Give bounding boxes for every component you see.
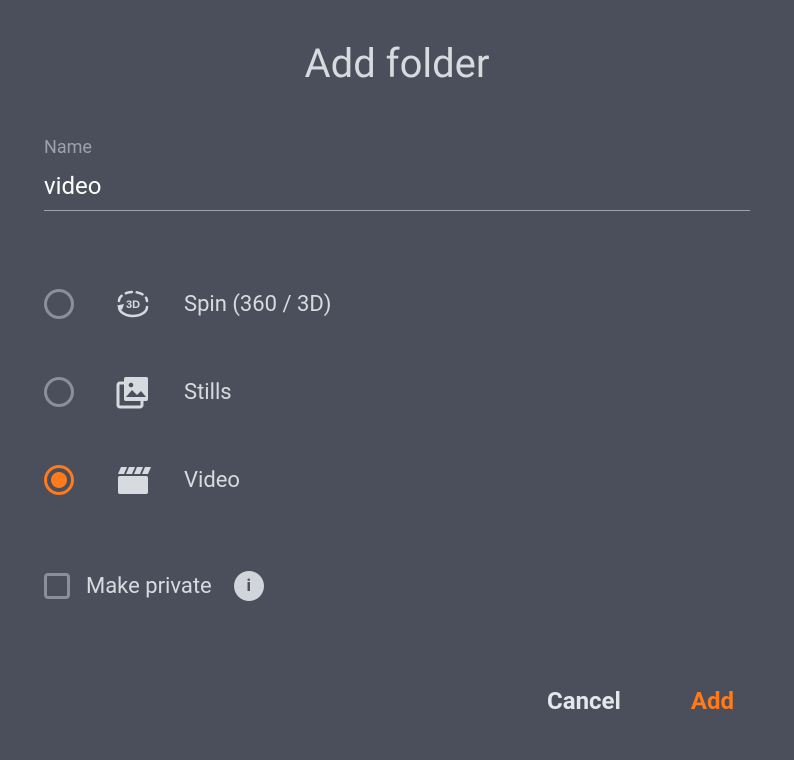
- name-field: Name: [44, 137, 750, 211]
- name-label: Name: [44, 137, 750, 158]
- radio-video[interactable]: [44, 465, 74, 495]
- radio-spin[interactable]: [44, 289, 74, 319]
- spin-3d-icon: 3D: [110, 281, 156, 327]
- dialog-actions: Cancel Add: [547, 687, 734, 715]
- video-clapperboard-icon: [110, 457, 156, 503]
- cancel-button[interactable]: Cancel: [547, 687, 621, 715]
- make-private-label: Make private: [86, 574, 212, 599]
- make-private-row[interactable]: Make private i: [44, 571, 750, 601]
- dialog-title: Add folder: [44, 40, 750, 87]
- info-icon[interactable]: i: [234, 571, 264, 601]
- option-video-label: Video: [184, 468, 240, 493]
- folder-type-options: 3D Spin (360 / 3D) Stills: [44, 281, 750, 503]
- svg-text:3D: 3D: [126, 299, 140, 311]
- radio-stills[interactable]: [44, 377, 74, 407]
- stills-icon: [110, 369, 156, 415]
- option-spin-label: Spin (360 / 3D): [184, 292, 331, 317]
- option-stills-label: Stills: [184, 380, 232, 405]
- option-spin[interactable]: 3D Spin (360 / 3D): [44, 281, 750, 327]
- name-input[interactable]: [44, 168, 750, 211]
- option-video[interactable]: Video: [44, 457, 750, 503]
- add-button[interactable]: Add: [691, 687, 734, 715]
- option-stills[interactable]: Stills: [44, 369, 750, 415]
- make-private-checkbox[interactable]: [44, 573, 70, 599]
